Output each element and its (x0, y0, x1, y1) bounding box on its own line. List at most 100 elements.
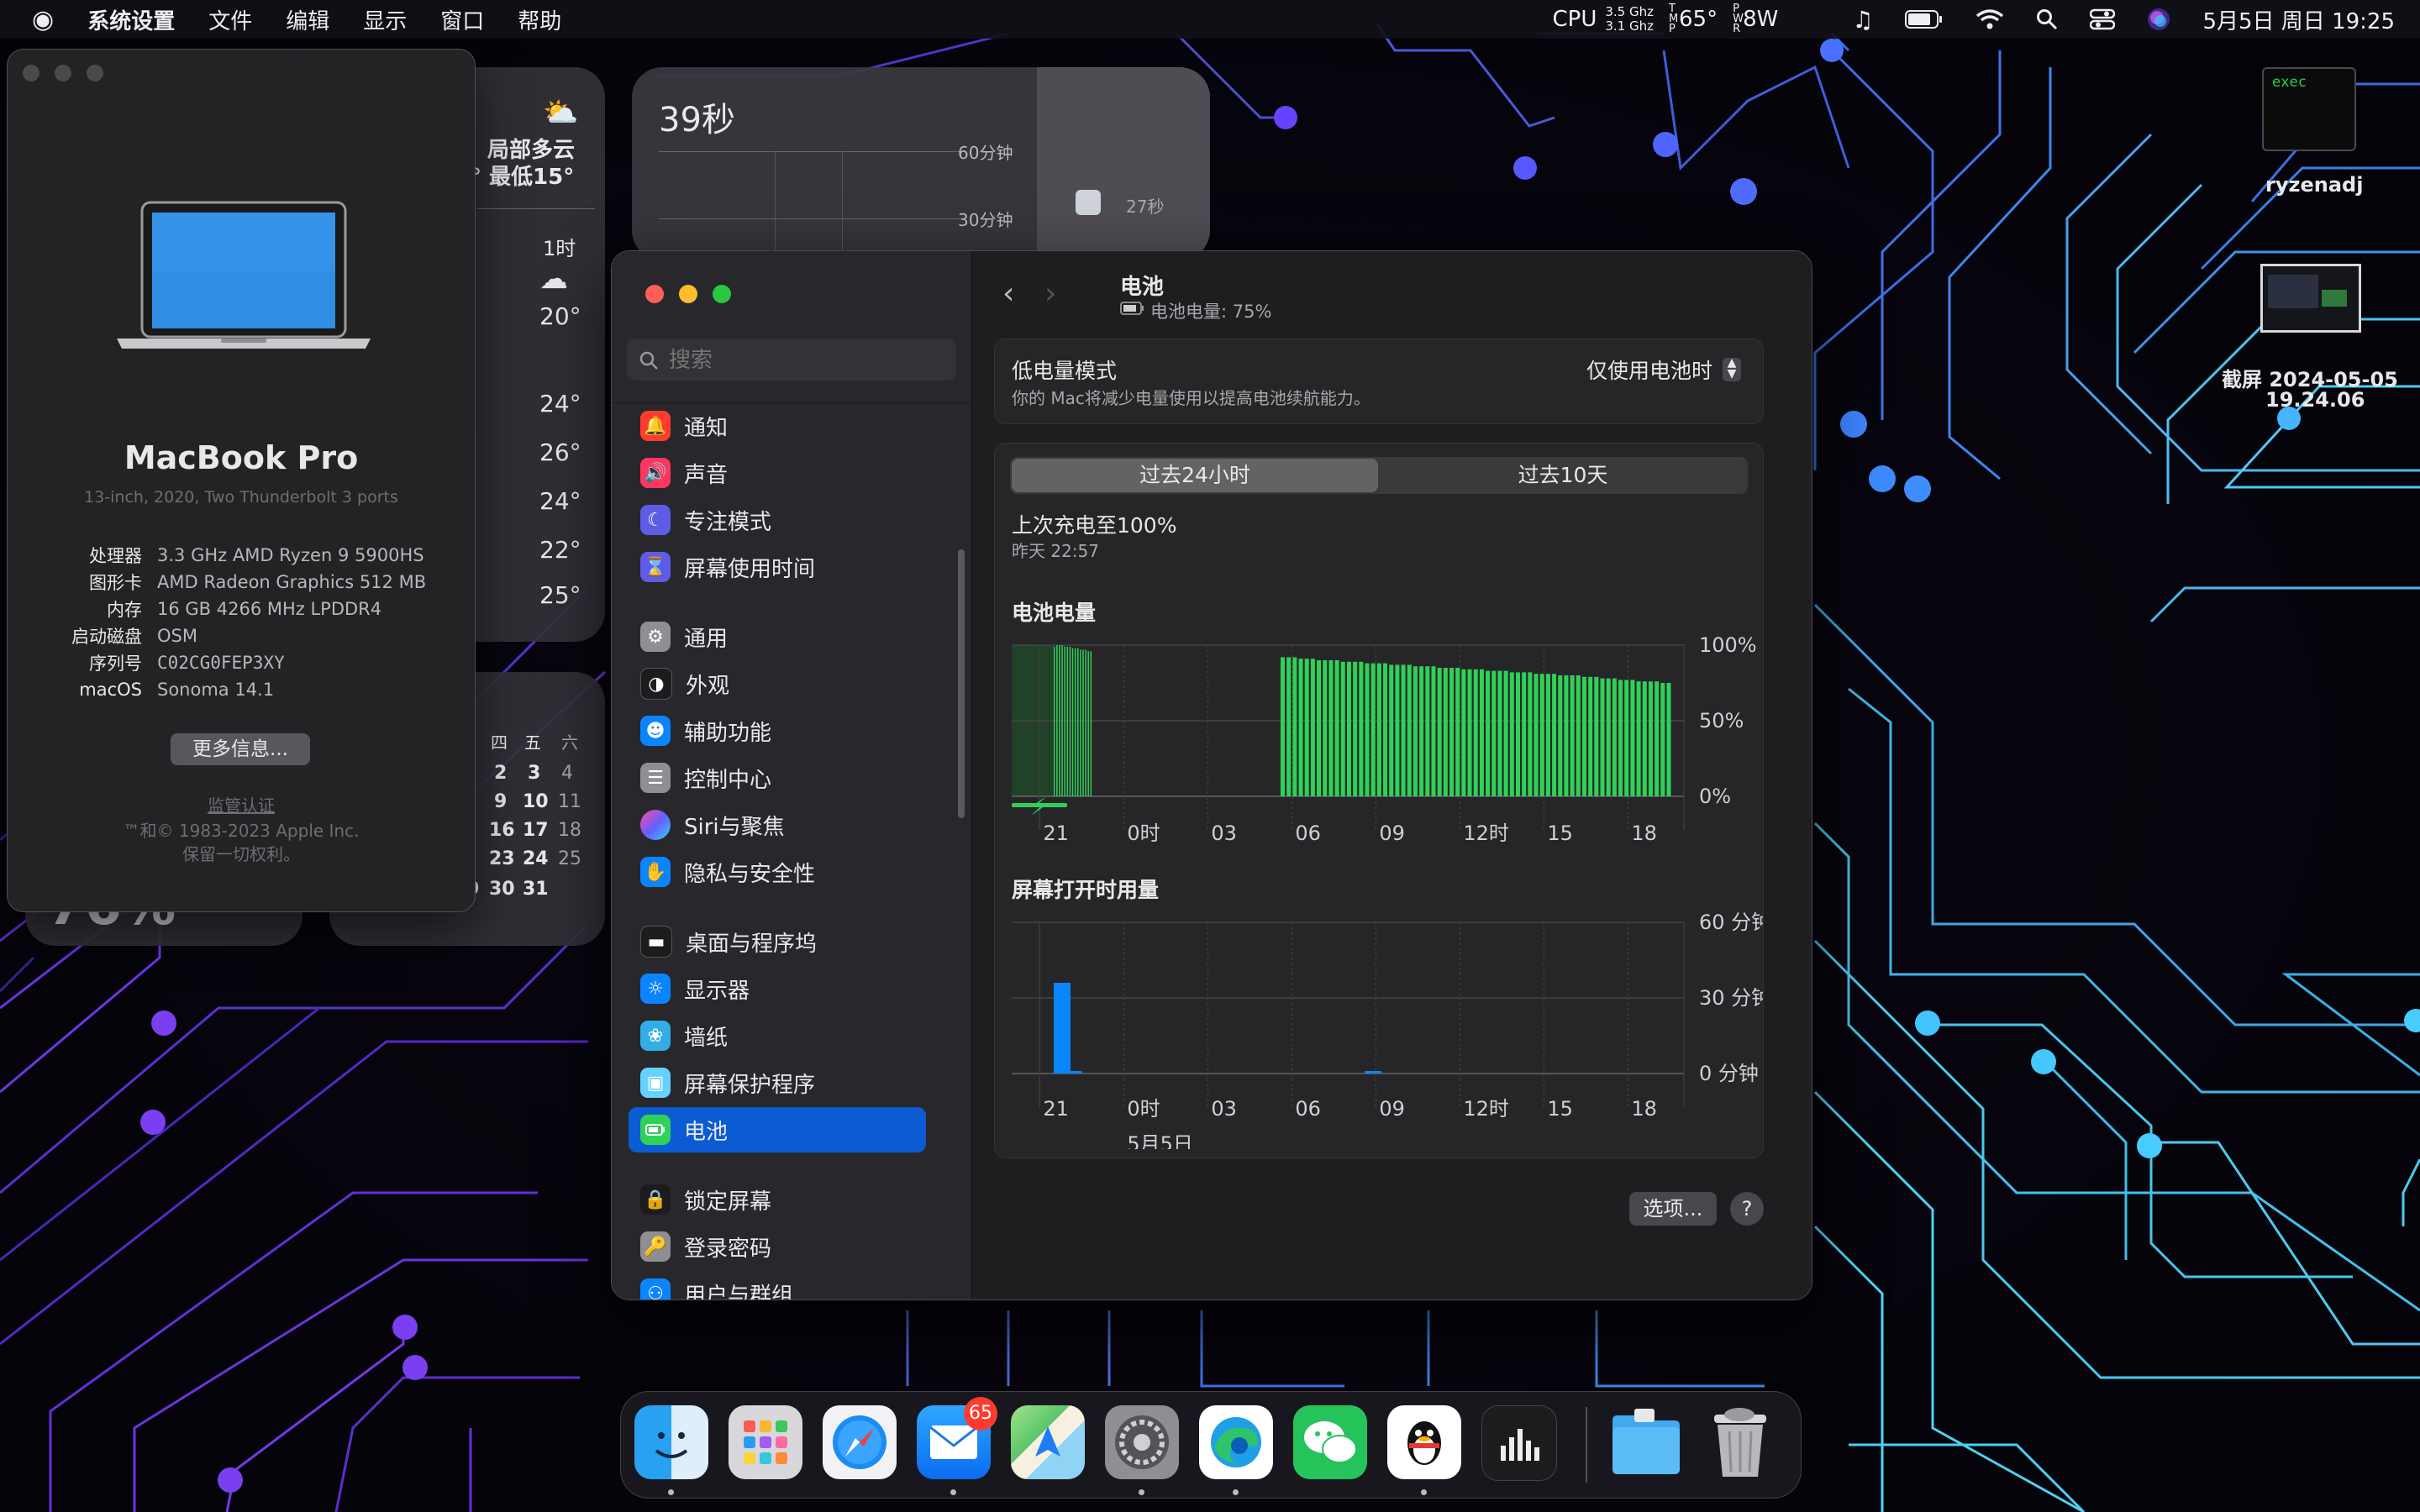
cal-day[interactable]: 9 (494, 791, 507, 812)
cal-day[interactable]: 3 (528, 763, 540, 784)
appearance-icon: ◑ (640, 668, 672, 700)
cpu-stats[interactable]: CPU 3.5 Ghz 3.1 Ghz TMP 65° PWR 8W (1552, 3, 1778, 34)
weekday-thu: 四 (491, 732, 508, 753)
sidebar-item-desktop-dock[interactable]: ▬ 桌面与程序坞 (629, 919, 926, 964)
screenshot-label-2[interactable]: 19.24.06 (2265, 388, 2365, 412)
sidebar-item-displays[interactable]: ☼ 显示器 (629, 966, 926, 1011)
more-info-button[interactable]: 更多信息... (171, 733, 310, 765)
system-settings-icon[interactable] (1105, 1405, 1179, 1479)
forward-button[interactable]: › (1044, 276, 1056, 311)
ryzenadj-label[interactable]: ryzenadj (2265, 173, 2363, 197)
menu-window[interactable]: 窗口 (440, 4, 484, 35)
exec-file-icon[interactable]: exec (2262, 67, 2356, 151)
cal-day[interactable]: 10 (523, 791, 549, 812)
search-input[interactable] (667, 345, 939, 375)
stocks-icon[interactable] (1481, 1405, 1557, 1481)
sidebar-item-siri[interactable]: Siri与聚焦 (629, 802, 926, 848)
screen-time-widget[interactable]: 39秒 60分钟 30分钟 27秒 (632, 67, 1210, 260)
maps-icon[interactable] (1011, 1405, 1085, 1479)
sidebar-item-label: 辅助功能 (684, 720, 772, 746)
model-subtitle: 13-inch, 2020, Two Thunderbolt 3 ports (84, 488, 398, 507)
cal-day[interactable]: 31 (523, 879, 549, 900)
sidebar-item-screensaver[interactable]: ▣ 屏幕保护程序 (629, 1060, 926, 1105)
spotlight-icon[interactable] (2036, 8, 2058, 30)
sidebar-item-accessibility[interactable]: ☻ 辅助功能 (629, 708, 926, 753)
cal-day[interactable]: 23 (489, 848, 515, 869)
close-button[interactable] (645, 285, 664, 303)
spec-list: 处理器 3.3 GHz AMD Ryzen 9 5900HS 图形卡 AMD R… (8, 542, 475, 703)
menu-edit[interactable]: 编辑 (286, 4, 329, 35)
trash-icon[interactable] (1703, 1405, 1777, 1479)
battery-bar (1080, 649, 1081, 796)
sidebar-search[interactable] (627, 339, 956, 381)
sidebar-item-wallpaper[interactable]: ❀ 墙纸 (629, 1013, 926, 1058)
cal-day[interactable]: 24 (523, 848, 549, 869)
x-tick-label: 18 (1631, 1097, 1657, 1121)
sidebar-item-control-center[interactable]: ☰ 控制中心 (629, 755, 926, 801)
sidebar-item-privacy[interactable]: ✋ 隐私与安全性 (629, 849, 926, 895)
downloads-folder-icon[interactable] (1609, 1405, 1683, 1479)
spec-label: 图形卡 (89, 573, 142, 593)
cpu-temp: 65° (1679, 7, 1718, 32)
zoom-button[interactable] (87, 65, 103, 81)
control-center-icon[interactable] (2090, 8, 2116, 30)
help-button[interactable]: ? (1730, 1192, 1764, 1226)
battery-bar (1570, 675, 1575, 796)
menu-help[interactable]: 帮助 (518, 4, 561, 35)
cal-day[interactable]: 18 (558, 820, 581, 841)
menu-view[interactable]: 显示 (363, 4, 407, 35)
sidebar-scrollbar[interactable] (958, 549, 965, 818)
tab-24h[interactable]: 过去24小时 (1012, 459, 1378, 492)
regulatory-link[interactable]: 监管认证 (8, 792, 475, 816)
sidebar-item-battery[interactable]: 电池 (629, 1107, 926, 1152)
cal-day[interactable]: 16 (489, 820, 515, 841)
battery-bar (1558, 675, 1563, 796)
launchpad-icon[interactable] (729, 1405, 802, 1479)
wechat-icon[interactable] (1293, 1405, 1367, 1479)
minimize-button[interactable] (55, 65, 71, 81)
tab-10d[interactable]: 过去10天 (1380, 459, 1746, 492)
qq-icon[interactable] (1387, 1405, 1461, 1479)
time-range-segmented-control[interactable]: 过去24小时 过去10天 (1010, 457, 1748, 494)
cal-day[interactable]: 2 (494, 763, 507, 784)
finder-icon[interactable] (634, 1405, 708, 1479)
cal-day[interactable]: 30 (489, 879, 515, 900)
edge-icon[interactable] (1199, 1405, 1273, 1479)
battery-level-chart: 100% 50% 0% 21 0时 03 06 09 12时 15 18 ⚡ (1012, 633, 1757, 845)
battery-bar (1473, 669, 1478, 796)
cal-day[interactable]: 25 (558, 848, 581, 869)
sidebar-item-appearance[interactable]: ◑ 外观 (629, 661, 926, 706)
battery-bar (1281, 657, 1285, 796)
battery-status-icon[interactable] (1905, 9, 1944, 29)
minimize-button[interactable] (679, 285, 697, 303)
safari-icon[interactable] (823, 1405, 897, 1479)
battery-bar (1455, 668, 1460, 796)
close-button[interactable] (23, 65, 39, 81)
screenshot-file-icon[interactable] (2260, 264, 2361, 333)
sidebar-item-general[interactable]: ⚙ 通用 (629, 614, 926, 659)
back-button[interactable]: ‹ (1002, 276, 1014, 311)
mail-icon[interactable]: 65 (917, 1397, 997, 1479)
cal-day[interactable]: 4 (561, 763, 573, 784)
sidebar-item-notifications[interactable]: 🔔 通知 (629, 403, 926, 449)
zoom-button[interactable] (713, 285, 731, 303)
sidebar-item-users-groups[interactable]: ⚇ 用户与群组 (629, 1271, 926, 1299)
cal-day[interactable]: 11 (558, 791, 581, 812)
battery-bar (1564, 675, 1569, 796)
sidebar-item-lock-screen[interactable]: 🔒 锁定屏幕 (629, 1177, 926, 1222)
apple-menu-icon[interactable]: ◉ (32, 5, 54, 34)
wifi-icon[interactable] (1975, 8, 2004, 30)
sidebar-item-focus[interactable]: ☾ 专注模式 (629, 497, 926, 543)
siri-icon[interactable] (2147, 8, 2170, 31)
sidebar-item-screen-time[interactable]: ⌛ 屏幕使用时间 (629, 544, 926, 590)
music-icon[interactable]: ♫ (1852, 6, 1873, 34)
app-menu[interactable]: 系统设置 (87, 4, 175, 35)
clock[interactable]: 5月5日 周日 19:25 (2202, 4, 2395, 35)
menu-file[interactable]: 文件 (208, 4, 252, 35)
low-power-select[interactable]: 仅使用电池时 ▲ ▼ (1586, 354, 1741, 385)
sidebar-item-sound[interactable]: 🔊 声音 (629, 450, 926, 496)
cal-day[interactable]: 17 (523, 820, 549, 841)
sidebar-item-login-password[interactable]: 🔑 登录密码 (629, 1224, 926, 1269)
options-button[interactable]: 选项... (1629, 1192, 1717, 1226)
y-tick-label: 0% (1699, 785, 1731, 808)
